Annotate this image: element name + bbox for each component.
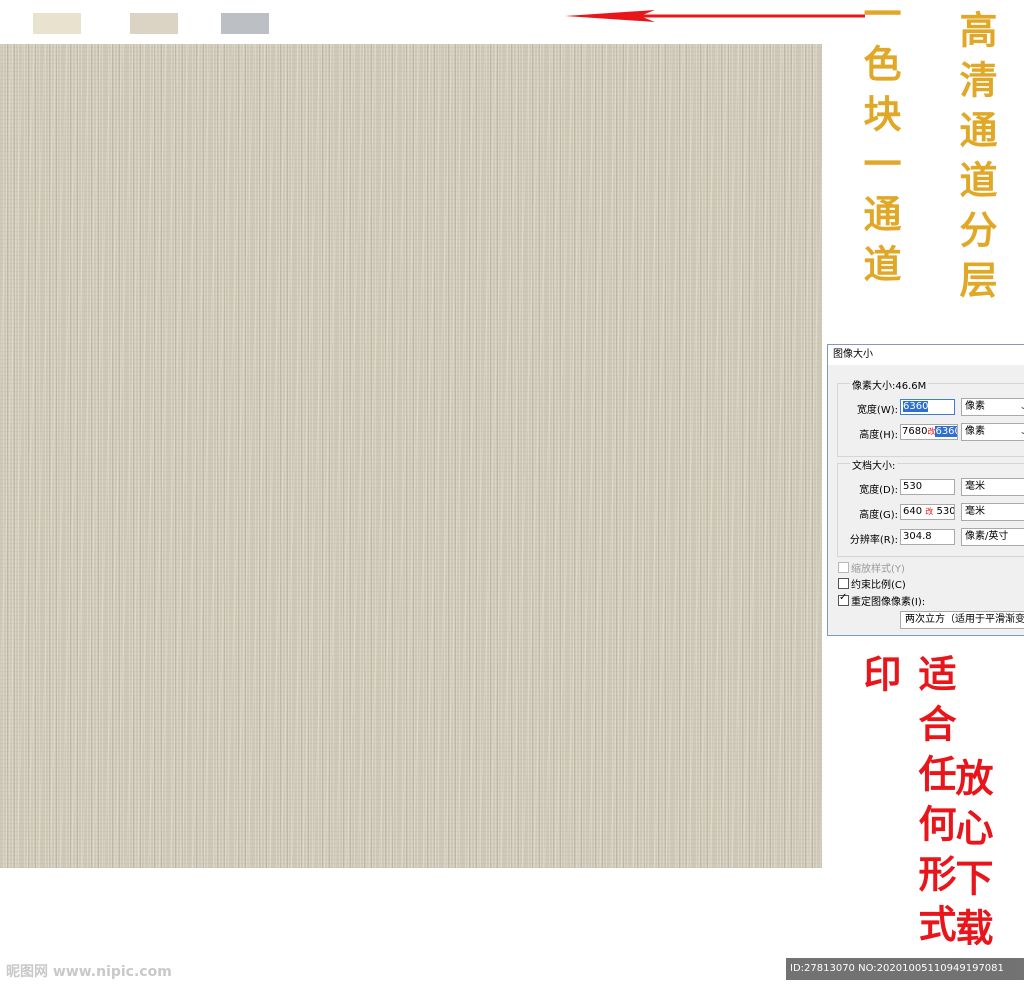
checkbox-box (838, 562, 849, 573)
dialog-title: 图像大小 (828, 345, 1024, 365)
chevron-down-icon: ⌄ (1019, 424, 1024, 440)
checkbox-box (838, 578, 849, 589)
document-size-group: 文档大小: 宽度(D): 530 毫米 高度(G): 640 改 530 毫米 … (837, 457, 1024, 557)
doc-width-unit-select[interactable]: 毫米 (961, 478, 1024, 496)
color-swatch-2 (130, 13, 178, 34)
resolution-label: 分辨率(R): (849, 535, 898, 546)
doc-height-unit-select[interactable]: 毫米 (961, 503, 1024, 521)
width-input[interactable]: 6360 (900, 399, 955, 415)
height-label: 高度(H): (859, 430, 898, 441)
image-size-dialog: 图像大小 像素大小:46.6M 宽度(W): 6360 像素⌄ 高度(H): 7… (827, 344, 1024, 636)
resolution-unit-select[interactable]: 像素/英寸 (961, 528, 1024, 546)
document-size-label: 文档大小: (850, 457, 898, 472)
doc-height-input[interactable]: 640 改 530 (900, 504, 955, 520)
resample-method-select[interactable]: 两次立方（适用于平滑渐变 (900, 611, 1024, 629)
doc-width-label: 宽度(D): (859, 485, 898, 496)
doc-width-input[interactable]: 530 (900, 479, 955, 495)
site-watermark: 昵图网 www.nipic.com (6, 964, 172, 980)
arrow-left-icon (565, 10, 865, 22)
color-swatch-3 (221, 13, 269, 34)
checkmark-icon (838, 592, 849, 606)
annotation-hd-channel-layers: 高清通道分层 (953, 10, 998, 310)
chevron-down-icon: ⌄ (1019, 399, 1024, 415)
fabric-texture-preview (0, 44, 822, 868)
annotation-download-safely: 放心下载 (949, 758, 994, 958)
doc-height-label: 高度(G): (859, 510, 898, 521)
width-unit-select[interactable]: 像素⌄ (961, 398, 1024, 416)
scale-styles-checkbox[interactable]: 缩放样式(Y) (838, 560, 905, 575)
pixel-dimensions-label: 像素大小:46.6M (850, 377, 929, 392)
width-label: 宽度(W): (856, 405, 898, 416)
pixel-dimensions-group: 像素大小:46.6M 宽度(W): 6360 像素⌄ 高度(H): 7680改6… (837, 377, 1024, 457)
height-input[interactable]: 7680改6360 (900, 424, 958, 440)
constrain-proportions-checkbox[interactable]: 约束比例(C) (838, 576, 906, 591)
resample-image-checkbox[interactable]: 重定图像像素(I): (838, 592, 925, 608)
color-swatch-1 (33, 13, 81, 34)
resolution-input[interactable]: 304.8 (900, 529, 955, 545)
height-unit-select[interactable]: 像素⌄ (961, 423, 1024, 441)
image-id-bar: ID:27813070 NO:20201005110949197081 (786, 958, 1024, 980)
annotation-color-block-channel: 一色块一通道 (857, 0, 902, 294)
